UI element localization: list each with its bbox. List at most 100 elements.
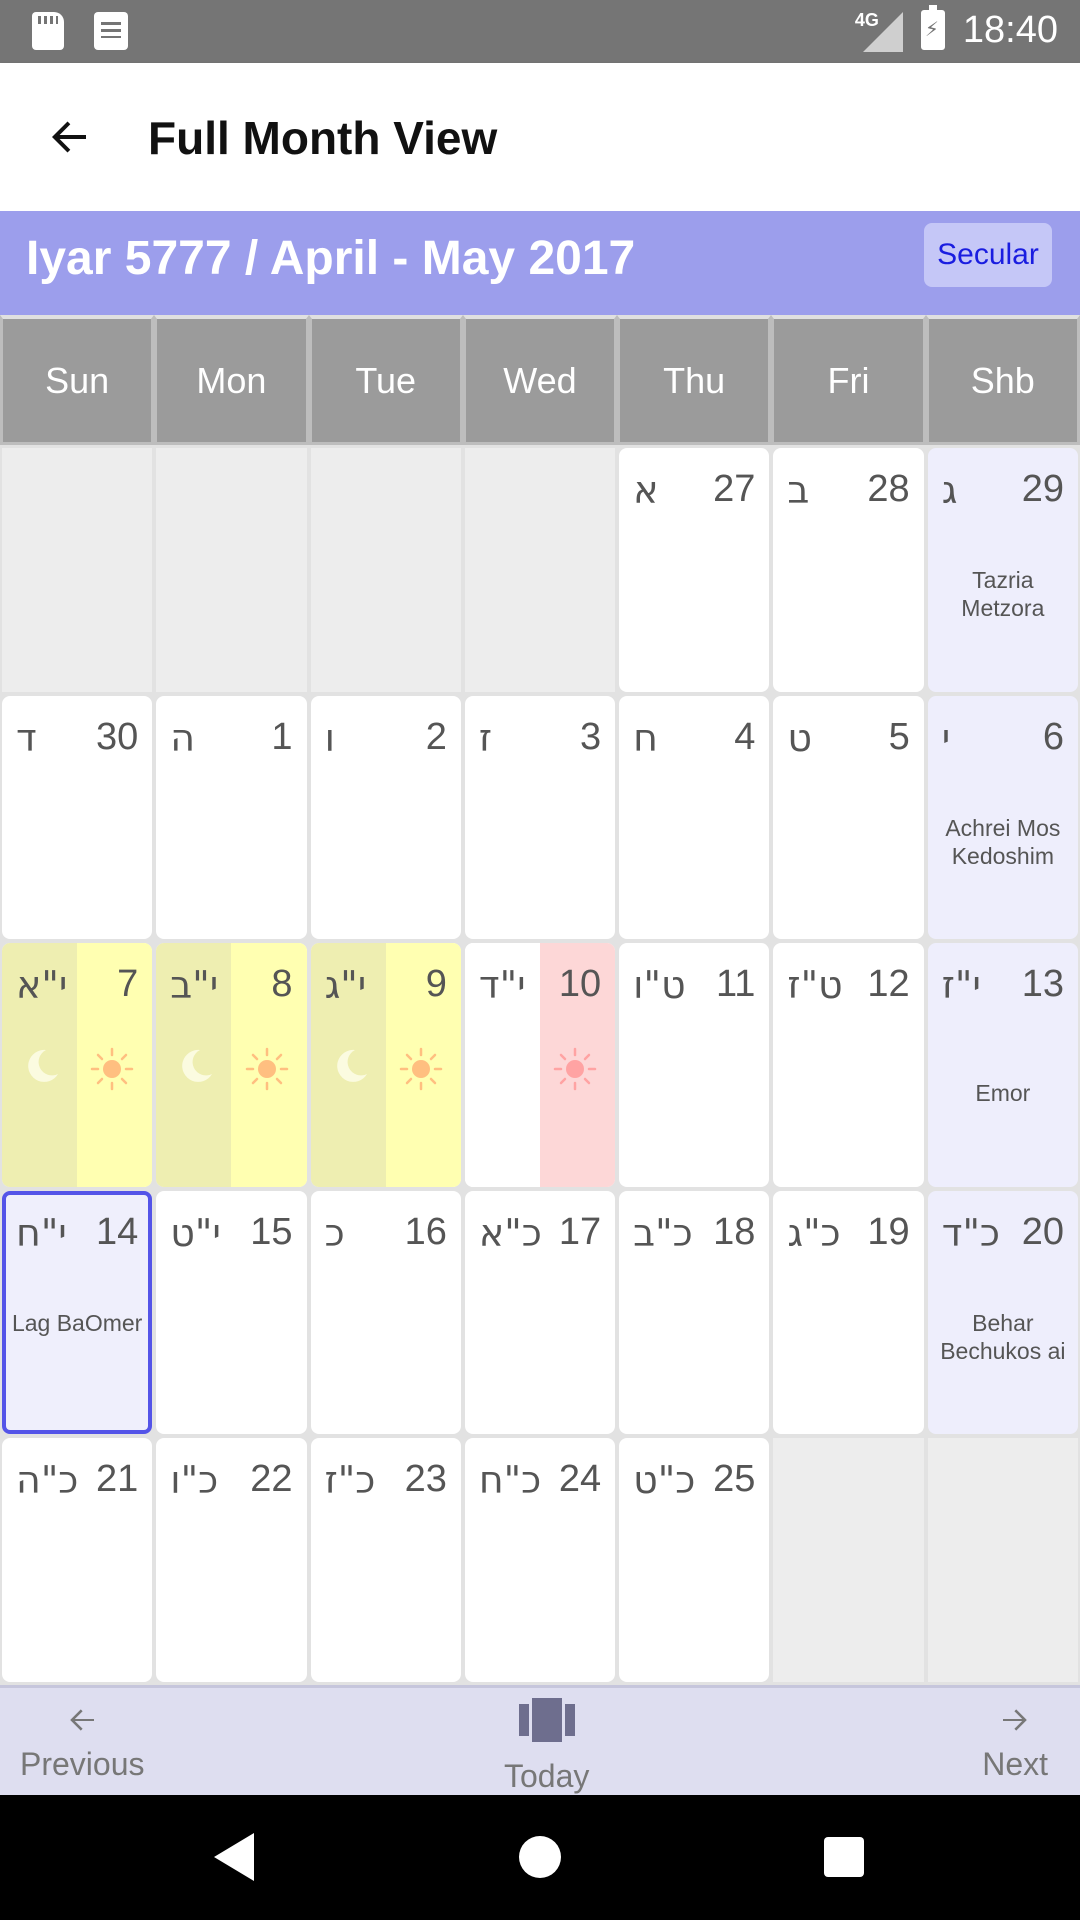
- hebrew-date: כ"א: [478, 1210, 542, 1255]
- day-cell[interactable]: כ"ז 23: [310, 1438, 461, 1682]
- weekday-wed: Wed: [462, 315, 618, 445]
- day-cell[interactable]: ה 1: [156, 695, 307, 940]
- day-number: 27: [713, 468, 756, 510]
- status-bar: 4G 18:40: [0, 0, 1080, 63]
- hebrew-date: כ"ה: [16, 1458, 79, 1503]
- hebrew-date: כ"ו: [170, 1458, 219, 1503]
- day-cell[interactable]: ב 28: [773, 448, 924, 692]
- day-cell[interactable]: ד 30: [2, 695, 153, 940]
- day-number: 30: [96, 715, 139, 758]
- back-button[interactable]: [40, 107, 100, 167]
- app-bar: Full Month View: [0, 63, 1080, 211]
- day-cell[interactable]: י"ב 8: [156, 943, 307, 1187]
- empty-cell: [156, 448, 307, 692]
- previous-label: Previous: [20, 1746, 145, 1782]
- day-cell[interactable]: י"ד 10: [464, 943, 616, 1187]
- day-cell[interactable]: י 6 Achrei Mos Kedoshim: [927, 695, 1078, 940]
- day-number: 29: [1021, 468, 1064, 510]
- day-number: 28: [867, 468, 910, 510]
- hebrew-date: י"ט: [170, 1210, 221, 1255]
- day-cell[interactable]: ז 3: [464, 695, 616, 940]
- signal-icon: 4G: [855, 8, 903, 52]
- arrow-left-icon: [70, 1709, 95, 1731]
- day-cell-today[interactable]: י"ח 14 Lag BaOmer: [2, 1190, 153, 1435]
- next-button[interactable]: Next: [982, 1700, 1048, 1783]
- hebrew-date: ו: [324, 715, 335, 760]
- day-number: 14: [96, 1210, 139, 1253]
- moon-icon: [28, 1050, 58, 1083]
- day-cell[interactable]: ו 2: [310, 695, 461, 940]
- hebrew-date: י"ח: [16, 1210, 67, 1255]
- day-cell[interactable]: י"ג 9: [310, 943, 461, 1187]
- parsha-label: Behar Bechukos ai: [940, 1309, 1066, 1364]
- today-button[interactable]: Today: [504, 1696, 589, 1795]
- weekday-thu: Thu: [617, 315, 772, 445]
- system-recents-icon[interactable]: [824, 1837, 864, 1877]
- day-cell[interactable]: כ"ח 24: [464, 1438, 616, 1682]
- day-cell[interactable]: י"ט 15: [156, 1190, 307, 1435]
- day-cell[interactable]: ג 29 Tazria Metzora: [927, 448, 1078, 692]
- day-cell[interactable]: י"ז 13 Emor: [927, 943, 1078, 1187]
- day-cell[interactable]: כ"א 17: [464, 1190, 616, 1435]
- sun-icon: [399, 1047, 443, 1091]
- parsha-label: Emor: [975, 1080, 1031, 1107]
- day-cell[interactable]: כ"ו 22: [156, 1438, 307, 1682]
- hebrew-date: ט"ו: [633, 963, 686, 1008]
- sun-icon: [91, 1047, 134, 1091]
- day-cell[interactable]: כ"ט 25: [619, 1438, 770, 1682]
- day-cell[interactable]: כ 16: [310, 1190, 461, 1435]
- day-number: 10: [558, 963, 602, 1006]
- hebrew-date: כ"ט: [633, 1458, 696, 1503]
- day-number: 5: [888, 715, 910, 758]
- day-cell[interactable]: ט"ו 11: [619, 943, 770, 1187]
- weekday-fri: Fri: [771, 315, 926, 445]
- page-title: Full Month View: [148, 112, 498, 164]
- day-number: 24: [558, 1458, 602, 1501]
- hebrew-date: י"ג: [324, 963, 367, 1008]
- day-cell[interactable]: ט 5: [773, 695, 924, 940]
- day-number: 23: [404, 1458, 447, 1501]
- empty-cell: [927, 1438, 1078, 1682]
- weekday-tue: Tue: [308, 315, 463, 445]
- calendar-grid: א 27 ב 28 ג 29 Tazria Metzora ד 30 ה 1 ו…: [0, 445, 1080, 1685]
- hebrew-date: ג: [941, 468, 958, 512]
- empty-cell: [310, 448, 461, 692]
- next-label: Next: [982, 1746, 1048, 1782]
- arrow-right-icon: [1003, 1709, 1027, 1731]
- sun-icon: [553, 1047, 597, 1091]
- weekday-mon: Mon: [154, 315, 309, 445]
- hebrew-date: ד: [16, 715, 37, 760]
- day-cell[interactable]: י"א 7: [2, 943, 153, 1187]
- system-home-icon[interactable]: [519, 1836, 561, 1878]
- system-nav-bar: [0, 1795, 1080, 1920]
- day-cell[interactable]: כ"ג 19: [773, 1190, 924, 1435]
- hebrew-date: כ"ב: [633, 1210, 693, 1255]
- day-cell[interactable]: ח 4: [619, 695, 770, 940]
- day-cell[interactable]: כ"ב 18: [619, 1190, 770, 1435]
- hebrew-date: ז: [478, 715, 492, 760]
- system-back-icon[interactable]: [214, 1833, 254, 1881]
- day-cell[interactable]: ט"ז 12: [773, 943, 924, 1187]
- holiday-label: Lag BaOmer: [11, 1309, 143, 1336]
- empty-cell: [773, 1438, 924, 1682]
- weekday-header-row: Sun Mon Tue Wed Thu Fri Shb: [0, 315, 1080, 445]
- month-title: Iyar 5777 / April - May 2017: [26, 232, 636, 285]
- day-number: 21: [96, 1458, 139, 1501]
- hebrew-date: י"א: [16, 963, 68, 1008]
- hebrew-date: י"ד: [478, 963, 526, 1008]
- day-number: 16: [404, 1210, 447, 1253]
- secular-button[interactable]: Secular: [924, 223, 1052, 287]
- parsha-label: Achrei Mos Kedoshim: [945, 814, 1061, 869]
- day-number: 22: [250, 1458, 293, 1501]
- battery-charging-icon: [920, 5, 945, 50]
- day-cell[interactable]: א 27: [619, 448, 770, 692]
- hebrew-date: ח: [633, 715, 658, 760]
- month-header: Iyar 5777 / April - May 2017 Secular: [0, 211, 1080, 315]
- day-number: 3: [580, 715, 602, 758]
- day-cell[interactable]: כ"ד 20 Behar Bechukos ai: [927, 1190, 1078, 1435]
- previous-button[interactable]: Previous: [20, 1700, 145, 1783]
- hebrew-date: י: [941, 715, 951, 760]
- day-cell[interactable]: כ"ה 21: [2, 1438, 153, 1682]
- hebrew-date: ה: [170, 715, 196, 760]
- day-number: 15: [250, 1210, 293, 1253]
